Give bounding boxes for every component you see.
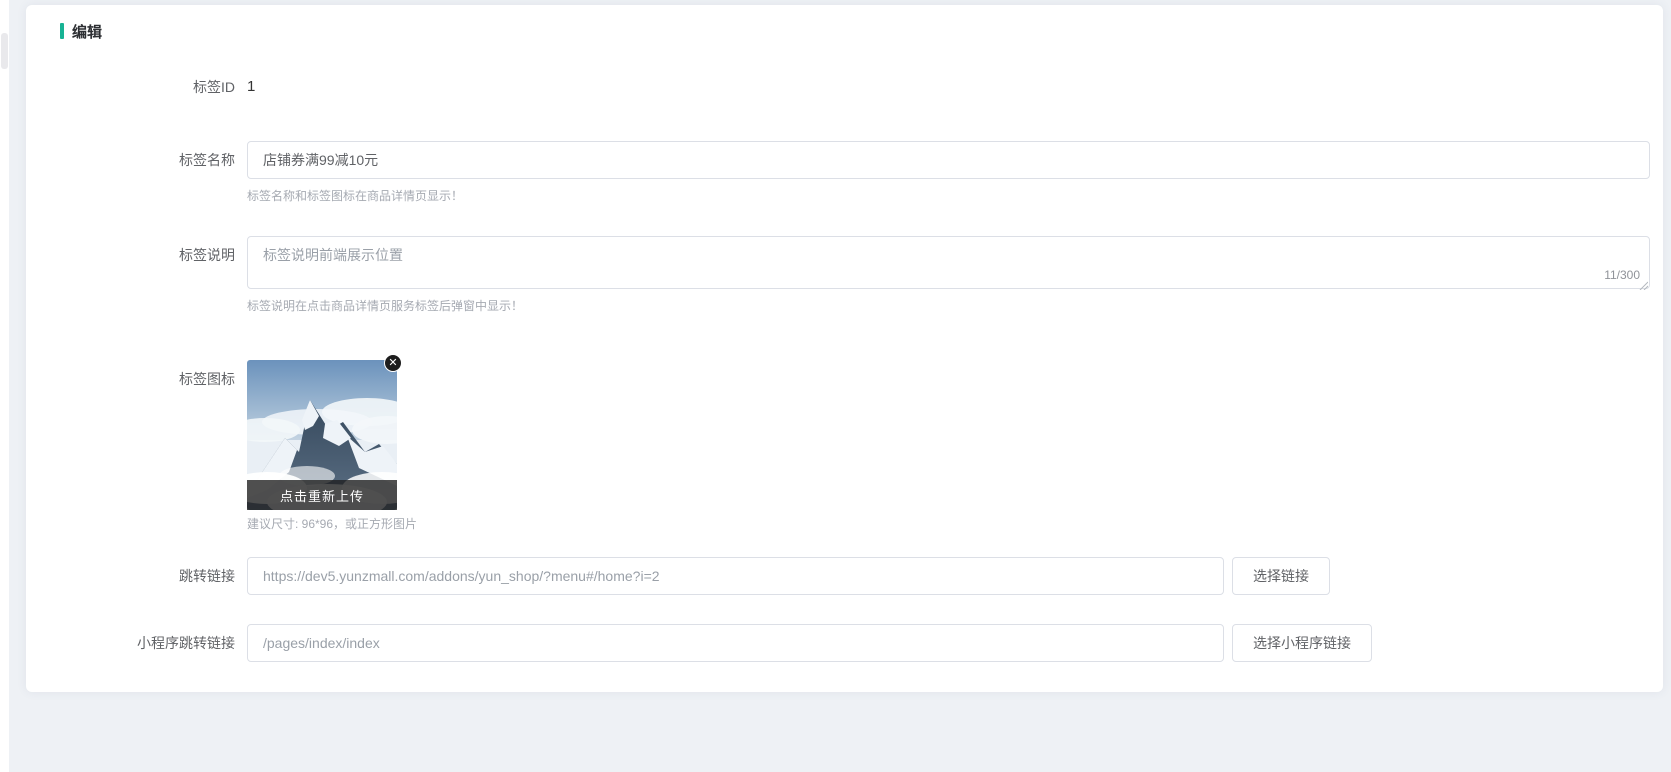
tag-id-label: 标签ID [26, 77, 247, 97]
miniprogram-link-input[interactable] [247, 624, 1224, 662]
form-row-tag-desc: 标签说明 标签说明前端展示位置 11/300 标签说明在点击商品详情页服务标签后… [26, 236, 1663, 315]
page-title: 编辑 [72, 21, 102, 42]
edit-panel: 编辑 标签ID 1 标签名称 标签名称和标签图标在商品详情页显示！ 标签说明 标… [26, 5, 1663, 692]
panel-header: 编辑 [60, 21, 1663, 41]
resize-grip-icon[interactable] [1638, 277, 1648, 287]
tag-desc-help: 标签说明在点击商品详情页服务标签后弹窗中显示！ [247, 298, 1650, 315]
left-scrollbar-track[interactable] [0, 0, 9, 772]
link-input[interactable] [247, 557, 1224, 595]
select-miniprogram-link-button[interactable]: 选择小程序链接 [1232, 624, 1372, 662]
tag-icon-help: 建议尺寸: 96*96，或正方形图片 [247, 516, 1650, 533]
tag-name-input[interactable] [247, 141, 1650, 179]
tag-id-value: 1 [247, 78, 255, 95]
link-label: 跳转链接 [26, 557, 247, 595]
accent-bar [60, 23, 64, 39]
form-row-link: 跳转链接 选择链接 [26, 557, 1663, 595]
select-link-button[interactable]: 选择链接 [1232, 557, 1330, 595]
tag-desc-textarea[interactable]: 标签说明前端展示位置 [247, 236, 1650, 289]
tag-name-label: 标签名称 [26, 141, 247, 179]
left-scrollbar-thumb[interactable] [1, 33, 8, 69]
icon-upload-box[interactable]: ✕ [247, 360, 397, 510]
reupload-overlay-button[interactable]: 点击重新上传 [247, 480, 397, 510]
tag-icon-label: 标签图标 [26, 360, 247, 398]
form-row-tag-id: 标签ID 1 [26, 77, 1663, 97]
form-row-miniprogram-link: 小程序跳转链接 选择小程序链接 [26, 624, 1663, 662]
tag-name-help: 标签名称和标签图标在商品详情页显示！ [247, 188, 1650, 205]
char-counter: 11/300 [1600, 268, 1640, 282]
remove-image-icon[interactable]: ✕ [384, 354, 402, 372]
miniprogram-link-label: 小程序跳转链接 [26, 624, 247, 662]
tag-desc-label: 标签说明 [26, 236, 247, 274]
form-row-tag-name: 标签名称 标签名称和标签图标在商品详情页显示！ [26, 141, 1663, 205]
form-row-tag-icon: 标签图标 ✕ [26, 360, 1663, 533]
